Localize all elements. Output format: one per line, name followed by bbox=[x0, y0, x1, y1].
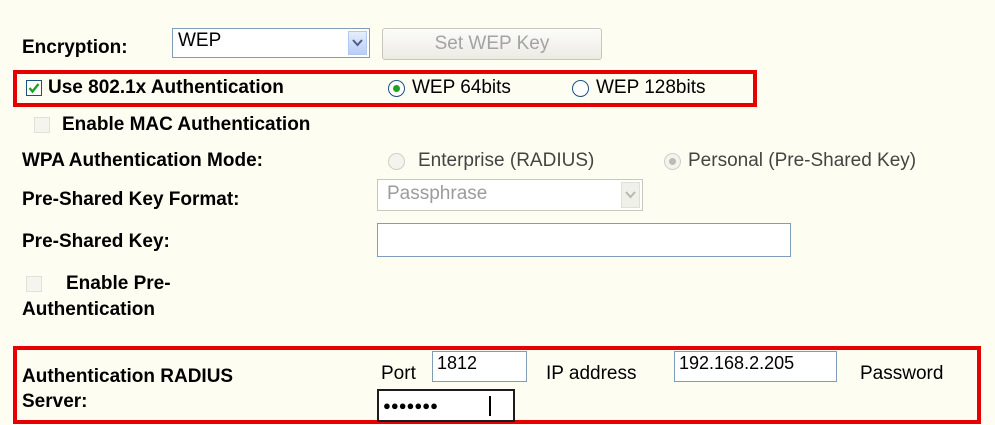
chevron-down-icon[interactable] bbox=[621, 182, 640, 208]
encryption-select-value: WEP bbox=[178, 30, 222, 51]
psk-format-select-value: Passphrase bbox=[387, 183, 488, 204]
radius-port-input[interactable]: 1812 bbox=[432, 351, 527, 382]
radius-label-line2: Server: bbox=[22, 391, 88, 412]
radius-port-label: Port bbox=[381, 363, 416, 384]
psk-format-select[interactable]: Passphrase bbox=[377, 179, 643, 211]
wep128-radio[interactable] bbox=[572, 80, 589, 97]
radius-password-label: Password bbox=[860, 363, 944, 384]
pre-auth-checkbox[interactable] bbox=[26, 276, 42, 292]
radio-dot bbox=[393, 85, 400, 92]
wpa-mode-label: WPA Authentication Mode: bbox=[22, 150, 263, 171]
pre-auth-label-line1: Enable Pre- bbox=[66, 273, 171, 294]
personal-label: Personal (Pre-Shared Key) bbox=[688, 150, 917, 171]
psk-input[interactable] bbox=[377, 223, 791, 257]
pre-auth-label-line2: Authentication bbox=[22, 299, 155, 320]
radius-port-value: 1812 bbox=[437, 353, 478, 373]
personal-radio[interactable] bbox=[664, 153, 681, 170]
encryption-select[interactable]: WEP bbox=[172, 28, 370, 58]
radio-dot bbox=[669, 158, 676, 165]
checkmark-icon bbox=[28, 83, 40, 94]
chevron-down-icon[interactable] bbox=[348, 31, 367, 55]
text-cursor bbox=[489, 396, 491, 416]
psk-format-label: Pre-Shared Key Format: bbox=[22, 189, 240, 210]
enterprise-radio[interactable] bbox=[388, 153, 405, 170]
radius-password-input[interactable]: ●●●●●●● bbox=[377, 389, 515, 422]
set-wep-key-button[interactable]: Set WEP Key bbox=[382, 28, 602, 60]
radius-label-line1: Authentication RADIUS bbox=[22, 366, 234, 387]
wep64-label: WEP 64bits bbox=[412, 77, 511, 98]
enterprise-label: Enterprise (RADIUS) bbox=[418, 150, 595, 171]
wep128-label: WEP 128bits bbox=[596, 77, 706, 98]
set-wep-key-button-label: Set WEP Key bbox=[434, 33, 550, 54]
radius-password-mask: ●●●●●●● bbox=[383, 398, 438, 413]
mac-auth-label: Enable MAC Authentication bbox=[62, 114, 311, 135]
wep64-radio[interactable] bbox=[388, 80, 405, 97]
use-8021x-label: Use 802.1x Authentication bbox=[48, 77, 284, 98]
radius-ip-input[interactable]: 192.168.2.205 bbox=[674, 351, 837, 382]
radius-ip-label: IP address bbox=[546, 363, 637, 384]
mac-auth-checkbox[interactable] bbox=[34, 117, 50, 133]
use-8021x-checkbox[interactable] bbox=[26, 80, 42, 96]
psk-label: Pre-Shared Key: bbox=[22, 231, 170, 252]
radius-ip-value: 192.168.2.205 bbox=[679, 353, 795, 373]
encryption-label: Encryption: bbox=[22, 37, 128, 58]
